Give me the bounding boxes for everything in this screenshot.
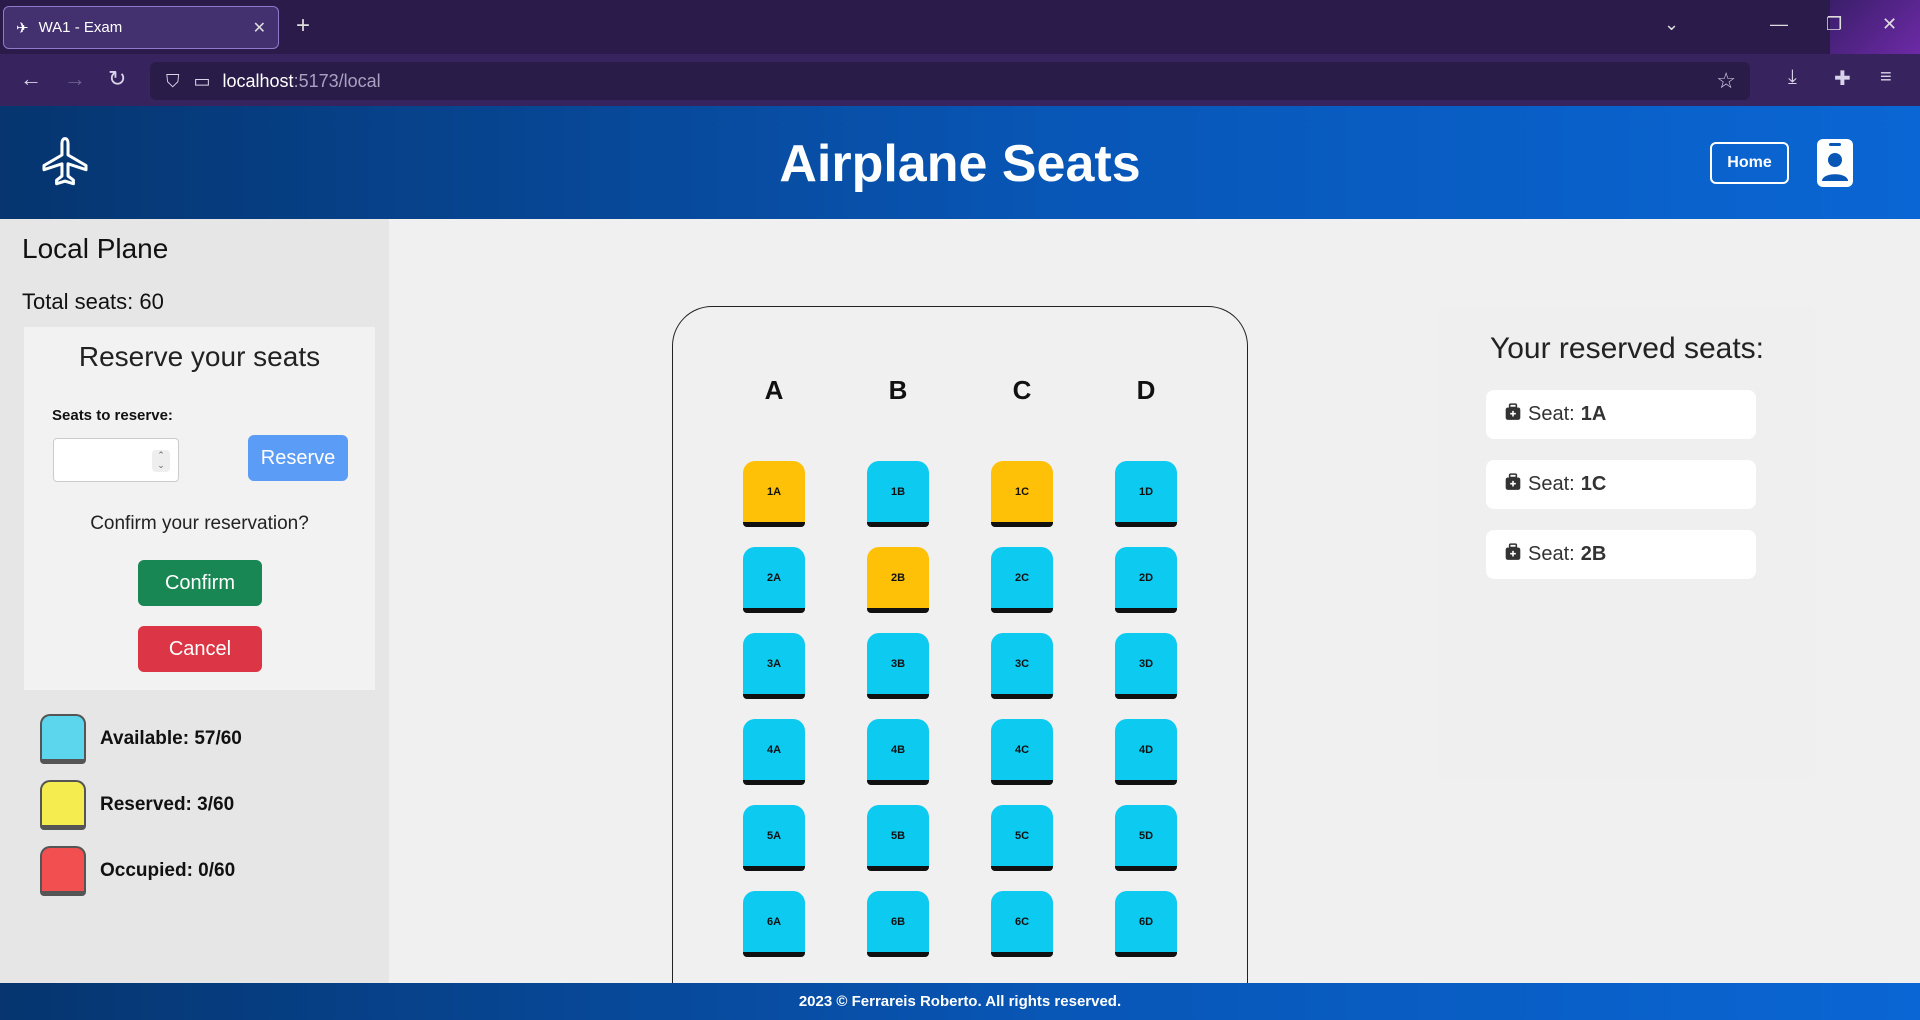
legend-label: Occupied: 0/60 (100, 860, 236, 881)
seat-5a[interactable]: 5A (743, 805, 805, 871)
seat-6a[interactable]: 6A (743, 891, 805, 957)
seat-2b[interactable]: 2B (867, 547, 929, 613)
close-tab-icon[interactable]: ✕ (253, 18, 266, 38)
legend-label: Available: 57/60 (100, 728, 242, 749)
seat-5d[interactable]: 5D (1115, 805, 1177, 871)
legend-label: Reserved: 3/60 (100, 794, 235, 815)
app-header: Airplane Seats Home (0, 106, 1920, 219)
confirm-button[interactable]: Confirm (138, 560, 262, 606)
seat-4c[interactable]: 4C (991, 719, 1053, 785)
cancel-button[interactable]: Cancel (138, 626, 262, 672)
seat-2a[interactable]: 2A (743, 547, 805, 613)
tab-list-chevron-down-icon[interactable]: ⌄ (1664, 14, 1679, 35)
seat-1b[interactable]: 1B (867, 461, 929, 527)
reload-icon[interactable]: ↻ (108, 66, 126, 92)
seat-2c[interactable]: 2C (991, 547, 1053, 613)
reserved-seats-title: Your reserved seats: (1489, 332, 1765, 365)
reserve-button[interactable]: Reserve (248, 435, 348, 481)
legend-occupied: Occupied: 0/60 (40, 846, 235, 896)
number-stepper-icon[interactable]: ⌃ ⌄ (152, 450, 170, 472)
browser-tab[interactable]: ✈ WA1 - Exam ✕ (3, 6, 279, 49)
seat-4d[interactable]: 4D (1115, 719, 1177, 785)
reserved-seat-item: Seat: 1C (1486, 460, 1756, 509)
url-path: :5173/local (293, 70, 381, 91)
seat-6c[interactable]: 6C (991, 891, 1053, 957)
legend-available: Available: 57/60 (40, 714, 242, 764)
new-tab-icon[interactable]: + (296, 12, 310, 40)
browser-navbar: ← → ↻ ⛉ ▭ localhost:5173/local ☆ ⤓ ✚ ≡ (0, 54, 1920, 106)
url-host: localhost (222, 70, 294, 91)
back-arrow-icon[interactable]: ← (20, 66, 42, 92)
seat-3b[interactable]: 3B (867, 633, 929, 699)
window-accent (1830, 0, 1920, 54)
seat-6b[interactable]: 6B (867, 891, 929, 957)
sidebar: Local Plane Total seats: 60 Reserve your… (0, 219, 389, 983)
column-label-c: C (1012, 375, 1032, 405)
tab-title: WA1 - Exam (38, 19, 123, 36)
reserve-title: Reserve your seats (78, 341, 321, 372)
page-info-icon[interactable]: ▭ (194, 71, 211, 92)
luggage-icon (1504, 402, 1522, 427)
seat-5b[interactable]: 5B (867, 805, 929, 871)
available-seat-icon (40, 714, 86, 764)
download-icon[interactable]: ⤓ (1788, 66, 1797, 89)
seat-4a[interactable]: 4A (743, 719, 805, 785)
seats-to-reserve-input[interactable]: ⌃ ⌄ (53, 438, 179, 482)
browser-tabbar: ✈ WA1 - Exam ✕ + ⌄ — ❐ ✕ (0, 0, 1920, 54)
bookmark-star-icon[interactable]: ☆ (1716, 68, 1736, 94)
seats-to-reserve-label: Seats to reserve: (52, 407, 173, 424)
total-seats: Total seats: 60 (22, 289, 164, 314)
person-badge-icon[interactable] (1816, 138, 1854, 193)
confirm-question: Confirm your reservation? (90, 513, 309, 534)
reserved-seat-id: 1A (1580, 403, 1607, 425)
occupied-seat-icon (40, 846, 86, 896)
seat-5c[interactable]: 5C (991, 805, 1053, 871)
minimize-icon[interactable]: — (1770, 14, 1788, 35)
column-label-b: B (888, 375, 908, 405)
seat-map: A B C D 1A 1B 1C 1D 2A 2B 2C 2D 3A 3B 3C 3D 4A 4B 4C 4D 5A 5B… (672, 306, 1248, 1020)
reserved-seat-item: Seat: 2B (1486, 530, 1756, 579)
reserved-seat-item: Seat: 1A (1486, 390, 1756, 439)
reserved-seat-id: 1C (1580, 473, 1607, 495)
luggage-icon (1504, 542, 1522, 567)
luggage-icon (1504, 472, 1522, 497)
seat-1c[interactable]: 1C (991, 461, 1053, 527)
restore-icon[interactable]: ❐ (1826, 14, 1842, 35)
footer: 2023 © Ferrareis Roberto. All rights res… (0, 983, 1920, 1020)
window-close-icon[interactable]: ✕ (1882, 14, 1897, 35)
menu-icon[interactable]: ≡ (1880, 66, 1892, 89)
reserved-seats-panel: Your reserved seats: Seat: 1A Seat: 1C Seat:… (1438, 306, 1816, 778)
forward-arrow-icon[interactable]: → (64, 66, 86, 92)
seat-1d[interactable]: 1D (1115, 461, 1177, 527)
airplane-favicon-icon: ✈ (16, 19, 29, 37)
legend-reserved: Reserved: 3/60 (40, 780, 234, 830)
column-label-a: A (764, 375, 784, 405)
shield-icon[interactable]: ⛉ (166, 71, 180, 92)
plane-name: Local Plane (22, 233, 169, 264)
address-bar[interactable]: ⛉ ▭ localhost:5173/local ☆ (150, 62, 1750, 100)
seat-4b[interactable]: 4B (867, 719, 929, 785)
seat-1a[interactable]: 1A (743, 461, 805, 527)
reserved-seat-icon (40, 780, 86, 830)
seat-2d[interactable]: 2D (1115, 547, 1177, 613)
seat-prefix: Seat: (1528, 543, 1575, 565)
extensions-icon[interactable]: ✚ (1834, 66, 1851, 91)
home-button[interactable]: Home (1710, 142, 1789, 184)
app-title: Airplane Seats (779, 135, 1141, 193)
seat-3c[interactable]: 3C (991, 633, 1053, 699)
seat-6d[interactable]: 6D (1115, 891, 1177, 957)
seat-3a[interactable]: 3A (743, 633, 805, 699)
seat-prefix: Seat: (1528, 403, 1575, 425)
reserve-card: Reserve your seats Seats to reserve: ⌃ ⌄ … (24, 327, 375, 690)
seat-prefix: Seat: (1528, 473, 1575, 495)
seat-3d[interactable]: 3D (1115, 633, 1177, 699)
column-label-d: D (1136, 375, 1156, 405)
reserved-seat-id: 2B (1580, 543, 1607, 565)
